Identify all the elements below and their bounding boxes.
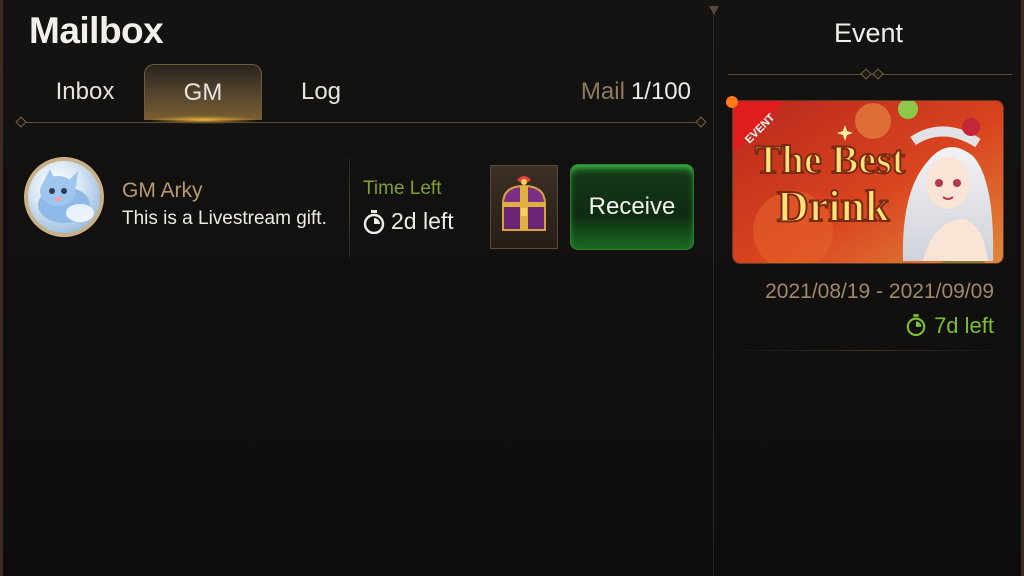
separator-ornament bbox=[709, 6, 719, 15]
event-time-left: 7d left bbox=[906, 313, 994, 339]
receive-button[interactable]: Receive bbox=[570, 164, 694, 250]
event-panel-title: Event bbox=[833, 18, 904, 48]
time-left-label: Time Left bbox=[363, 178, 442, 199]
mail-message: This is a Livestream gift. bbox=[122, 208, 327, 229]
tab-log[interactable]: Log bbox=[266, 64, 376, 120]
event-time-left-text: 7d left bbox=[934, 313, 994, 338]
tab-divider bbox=[20, 122, 702, 123]
gm-mascot-icon bbox=[38, 169, 94, 223]
page-title: Mailbox bbox=[29, 10, 164, 51]
mail-count-label: Mail bbox=[580, 78, 625, 105]
tab-inbox[interactable]: Inbox bbox=[30, 64, 140, 120]
row-separator bbox=[349, 158, 350, 258]
avatar bbox=[24, 157, 104, 237]
banner-title-line2: Drink bbox=[777, 182, 890, 231]
mail-sender: GM Arky bbox=[122, 179, 203, 202]
event-panel-bottom-line bbox=[718, 350, 1018, 351]
stopwatch-icon bbox=[906, 314, 928, 338]
time-left-value: 2d left bbox=[363, 208, 454, 235]
banner-title-line1: The Best bbox=[755, 137, 906, 182]
event-banner-art: EVENT The Best Drink bbox=[733, 101, 1003, 263]
tab-gm[interactable]: GM bbox=[144, 64, 262, 120]
panel-separator bbox=[713, 8, 714, 576]
mail-count-value: 1/100 bbox=[630, 78, 691, 105]
stopwatch-icon bbox=[363, 209, 385, 234]
time-left-text: 2d left bbox=[391, 208, 454, 234]
event-banner[interactable]: EVENT The Best Drink bbox=[732, 100, 1004, 264]
event-dates: 2021/08/19 - 2021/09/09 bbox=[765, 280, 994, 303]
event-new-indicator bbox=[726, 96, 738, 108]
mail-count: Mail 1/100 bbox=[581, 78, 691, 106]
treasure-chest-icon[interactable] bbox=[490, 165, 558, 249]
